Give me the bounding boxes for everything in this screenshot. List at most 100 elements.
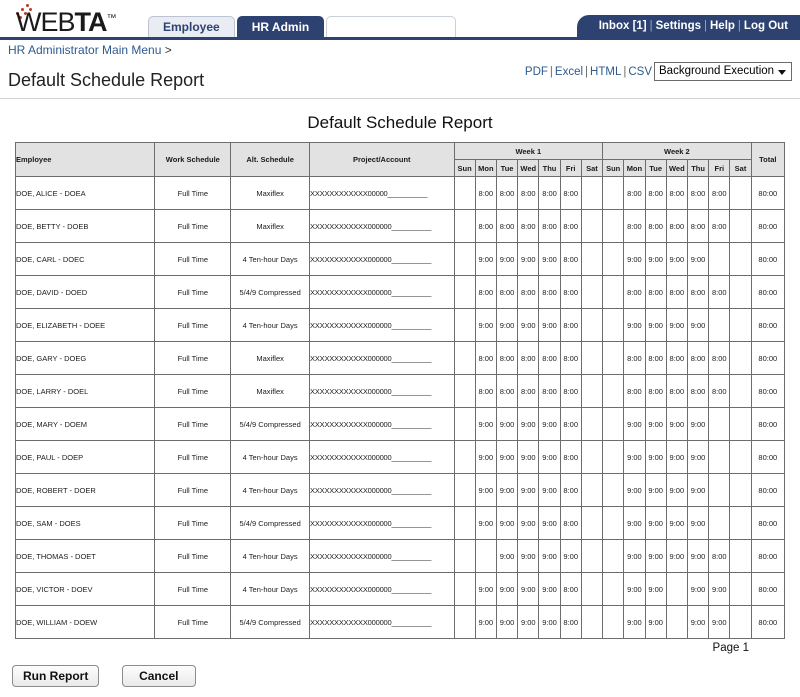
cell-work-schedule: Full Time	[154, 473, 232, 507]
help-link[interactable]: Help	[710, 20, 735, 32]
table-header: Employee Work Schedule Alt. Schedule Pro…	[14, 142, 786, 177]
cell-work-schedule: Full Time	[154, 374, 232, 408]
cell-week1-day-2: 8:00	[495, 341, 519, 375]
table-row: DOE, MARY - DOEM Full Time 5/4/9 Compresse…	[14, 407, 786, 441]
cell-project-account: XXXXXXXXXXXX000000__________	[309, 374, 455, 408]
cell-week1-day-1: 9:00	[474, 506, 497, 540]
cell-total: 80:00	[750, 473, 786, 507]
cell-week2-day-3: 9:00	[665, 308, 688, 342]
cell-week1-day-5: 8:00	[559, 605, 582, 639]
export-excel-link[interactable]: Excel	[555, 66, 583, 78]
cell-week1-day-1: 9:00	[474, 473, 497, 507]
table-row: DOE, SAM - DOES Full Time 5/4/9 Compressed…	[14, 506, 786, 540]
cell-week1-day-5: 8:00	[559, 341, 582, 375]
cancel-button[interactable]: Cancel	[121, 665, 196, 687]
export-pdf-link[interactable]: PDF	[525, 66, 548, 78]
cell-week1-day-4: 9:00	[538, 440, 561, 474]
cell-week2-day-0	[602, 176, 625, 210]
cell-week2-day-6	[729, 506, 752, 540]
user-links-separator-1: |	[649, 20, 653, 32]
cell-week1-day-0	[453, 176, 476, 210]
run-report-button[interactable]: Run Report	[12, 665, 100, 687]
cell-week2-day-4: 8:00	[686, 341, 710, 375]
log-out-link[interactable]: Log Out	[744, 20, 788, 32]
cell-week2-day-1: 9:00	[623, 539, 646, 573]
cell-employee: DOE, BETTY - DOEB	[14, 209, 156, 243]
cell-week2-day-1: 8:00	[623, 374, 646, 408]
table-row: DOE, THOMAS - DOET Full Time 4 Ten-hour Da…	[14, 539, 786, 573]
top-bar: WEBTA™ Employee HR Admin Inbox [1] | Setti…	[0, 0, 800, 40]
col-header-w2-tue: Tue	[644, 159, 667, 177]
cell-alt-schedule: 5/4/9 Compressed	[230, 275, 311, 309]
cell-week2-day-3: 9:00	[665, 473, 688, 507]
cell-week2-day-4: 9:00	[686, 506, 710, 540]
cell-week1-day-2: 8:00	[495, 275, 519, 309]
cell-week1-day-1	[474, 539, 497, 573]
cell-alt-schedule: 4 Ten-hour Days	[230, 572, 311, 606]
cell-employee: DOE, PAUL - DOEP	[14, 440, 156, 474]
table-row: DOE, LARRY - DOEL Full Time Maxiflex XXXXXX…	[14, 374, 786, 408]
cell-week1-day-1: 9:00	[474, 407, 497, 441]
col-header-w2-fri: Fri	[708, 159, 731, 177]
cell-week1-day-0	[453, 539, 476, 573]
cell-project-account: XXXXXXXXXXXX000000__________	[309, 407, 455, 441]
cell-week2-day-5	[708, 440, 731, 474]
cell-week1-day-6	[580, 506, 604, 540]
breadcrumb-hr-admin-main-menu[interactable]: HR Administrator Main Menu	[8, 43, 161, 57]
cell-employee: DOE, WILLIAM - DOEW	[14, 605, 156, 639]
cell-week1-day-3: 8:00	[517, 176, 540, 210]
cell-week1-day-2: 9:00	[495, 308, 519, 342]
cell-week2-day-1: 8:00	[623, 275, 646, 309]
cell-alt-schedule: Maxiflex	[230, 176, 311, 210]
cell-total: 80:00	[750, 506, 786, 540]
cell-employee: DOE, CARL - DOEC	[14, 242, 156, 276]
cell-week2-day-3: 8:00	[665, 275, 688, 309]
cell-week1-day-2: 9:00	[495, 572, 519, 606]
table-row: DOE, PAUL - DOEP Full Time 4 Ten-hour Days…	[14, 440, 786, 474]
tab-hr-admin[interactable]: HR Admin	[236, 16, 325, 37]
cell-week1-day-0	[453, 506, 476, 540]
background-execution-select[interactable]: Background Execution	[654, 62, 792, 81]
cell-week2-day-5: 9:00	[708, 605, 731, 639]
tab-employee[interactable]: Employee	[148, 16, 235, 37]
settings-link[interactable]: Settings	[656, 20, 701, 32]
cell-week2-day-0	[602, 407, 625, 441]
logo-text-web: WEB	[16, 7, 76, 37]
cell-project-account: XXXXXXXXXXXX00000__________	[309, 176, 455, 210]
cell-week1-day-4: 8:00	[538, 209, 561, 243]
cell-alt-schedule: 4 Ten-hour Days	[230, 440, 311, 474]
cell-week2-day-4: 8:00	[686, 275, 710, 309]
chevron-down-icon	[778, 70, 786, 75]
cell-week2-day-0	[602, 341, 625, 375]
inbox-link[interactable]: Inbox [1]	[599, 20, 647, 32]
cell-employee: DOE, THOMAS - DOET	[14, 539, 156, 573]
cell-week1-day-5: 8:00	[559, 473, 582, 507]
export-separator-3: |	[623, 66, 627, 78]
cell-week2-day-6	[729, 605, 752, 639]
cell-week1-day-0	[453, 605, 476, 639]
cell-project-account: XXXXXXXXXXXX000000__________	[309, 572, 455, 606]
cell-total: 80:00	[750, 275, 786, 309]
cell-week2-day-2: 9:00	[644, 506, 667, 540]
col-header-w1-mon: Mon	[474, 159, 497, 177]
cell-week2-day-1: 9:00	[623, 440, 646, 474]
cell-week1-day-6	[580, 209, 604, 243]
export-csv-link[interactable]: CSV	[628, 66, 652, 78]
table-row: DOE, GARY - DOEG Full Time Maxiflex XXXXXXX…	[14, 341, 786, 375]
cell-week2-day-3: 8:00	[665, 374, 688, 408]
page-title: Default Schedule Report	[8, 70, 205, 90]
table-body: DOE, ALICE - DOEA Full Time Maxiflex XXXXXX…	[14, 176, 786, 639]
cell-week2-day-3: 9:00	[665, 407, 688, 441]
col-header-week-1: Week 1	[453, 142, 604, 160]
export-html-link[interactable]: HTML	[590, 66, 621, 78]
cell-total: 80:00	[750, 176, 786, 210]
cell-week2-day-3: 8:00	[665, 341, 688, 375]
report-title: Default Schedule Report	[307, 113, 493, 132]
cell-week1-day-1: 9:00	[474, 308, 497, 342]
cell-week1-day-6	[580, 308, 604, 342]
col-header-w2-mon: Mon	[623, 159, 646, 177]
cell-work-schedule: Full Time	[154, 308, 232, 342]
cell-week1-day-2: 8:00	[495, 209, 519, 243]
cell-week1-day-6	[580, 341, 604, 375]
cell-week2-day-4: 9:00	[686, 473, 710, 507]
